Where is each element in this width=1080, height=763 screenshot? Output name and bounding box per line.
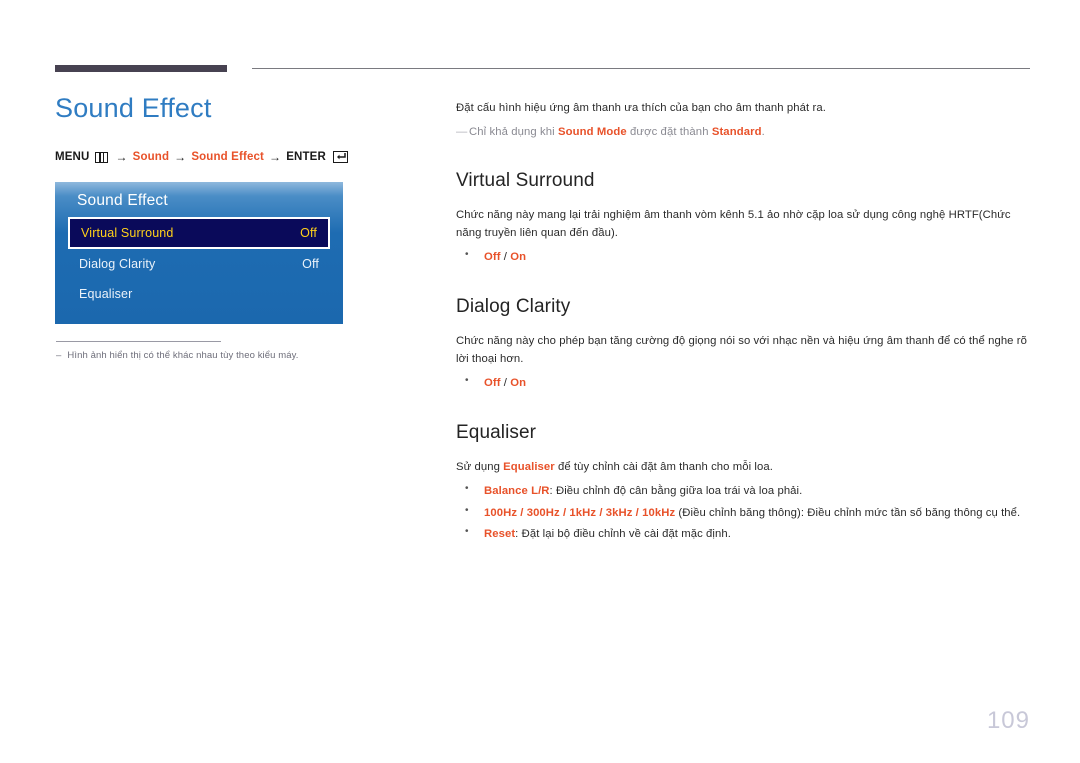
left-column: Sound Effect MENU → Sound → Sound Effect… <box>55 92 415 164</box>
list-item: Off / On <box>456 247 1030 266</box>
section-heading-virtual-surround: Virtual Surround <box>456 170 595 192</box>
section-bullets-virtual-surround: Off / On <box>456 247 1030 266</box>
menu-path-step-sound: Sound <box>132 151 170 164</box>
footnote-divider <box>56 341 221 342</box>
bullet-separator: / <box>500 377 511 390</box>
section-body-dialog-clarity: Chức năng này cho phép bạn tăng cường độ… <box>456 335 1027 365</box>
osd-row-label: Dialog Clarity <box>79 257 156 271</box>
list-item: 100Hz / 300Hz / 1kHz / 3kHz / 10kHz (Điề… <box>456 503 1030 522</box>
bullet-bold-off: Off <box>484 251 501 264</box>
osd-row-equaliser[interactable]: Equaliser <box>68 279 330 309</box>
bullet-bold-reset: Reset <box>484 527 516 540</box>
menu-path-breadcrumb: MENU → Sound → Sound Effect → ENTER <box>55 150 415 164</box>
osd-panel-title: Sound Effect <box>77 192 168 209</box>
osd-row-value: Off <box>300 226 317 240</box>
section-bullets-equaliser: Balance L/R: Điều chỉnh độ cân bằng giữa… <box>456 481 1030 543</box>
note-text-part1: Chỉ khả dụng khi <box>469 125 558 138</box>
bullet-rest: (Điều chỉnh băng thông): Điều chỉnh mức … <box>675 506 1021 519</box>
footnote: – Hình ảnh hiển thị có thể khác nhau tùy… <box>56 350 299 361</box>
list-item: Reset: Đặt lại bộ điều chỉnh về cài đặt … <box>456 524 1030 543</box>
menu-path-arrow-2: → <box>174 150 187 165</box>
menu-path-step-sound-effect: Sound Effect <box>191 151 265 164</box>
note-bold-standard: Standard <box>711 125 762 138</box>
header-rule-thin <box>252 68 1030 69</box>
bullet-rest: : Đặt lại bộ điều chỉnh về cài đặt mặc đ… <box>515 527 731 540</box>
section-bullets-dialog-clarity: Off / On <box>456 373 1030 392</box>
equaliser-body-bold: Equaliser <box>503 460 555 473</box>
page-number: 109 <box>986 707 1030 734</box>
osd-row-label: Virtual Surround <box>81 226 174 240</box>
osd-row-list: Virtual Surround Off Dialog Clarity Off … <box>55 217 343 309</box>
list-item: Off / On <box>456 373 1030 392</box>
right-column: Đặt cấu hình hiệu ứng âm thanh ưa thích … <box>456 100 1030 543</box>
bullet-bold-on: On <box>510 377 527 390</box>
list-item: Balance L/R: Điều chỉnh độ cân bằng giữa… <box>456 481 1030 500</box>
menu-path-menu-label: MENU <box>55 151 90 164</box>
note-text-part3: . <box>761 125 765 138</box>
availability-note: — Chỉ khả dụng khi Sound Mode được đặt th… <box>456 124 1030 141</box>
bullet-separator: / <box>500 251 511 264</box>
menu-grid-icon <box>95 151 109 163</box>
bullet-rest: : Điều chỉnh độ cân bằng giữa loa trái v… <box>549 485 803 498</box>
equaliser-body-part2: để tùy chỉnh cài đặt âm thanh cho mỗi lo… <box>554 460 773 473</box>
section-heading-equaliser: Equaliser <box>456 422 537 444</box>
section-body-virtual-surround: Chức năng này mang lại trải nghiệm âm th… <box>456 209 1011 239</box>
note-text-part2: được đặt thành <box>626 125 712 138</box>
note-bold-sound-mode: Sound Mode <box>558 125 627 138</box>
header-rule-thick <box>55 65 227 72</box>
section-heading-dialog-clarity: Dialog Clarity <box>456 296 571 318</box>
osd-row-virtual-surround[interactable]: Virtual Surround Off <box>68 217 330 249</box>
section-body-equaliser: Sử dụng Equaliser để tùy chỉnh cài đặt â… <box>456 459 1030 477</box>
osd-panel: Sound Effect Virtual Surround Off Dialog… <box>55 182 343 324</box>
osd-row-label: Equaliser <box>79 287 133 301</box>
menu-path-arrow-1: → <box>115 150 128 165</box>
osd-row-value: Off <box>302 257 319 271</box>
menu-path-enter-label: ENTER <box>286 151 326 164</box>
page-title: Sound Effect <box>55 93 212 123</box>
bullet-bold-balance-lr: Balance L/R <box>484 485 550 498</box>
footnote-text: Hình ảnh hiển thị có thể khác nhau tùy t… <box>67 350 299 361</box>
bullet-bold-off: Off <box>484 377 501 390</box>
bullet-bold-frequencies: 100Hz / 300Hz / 1kHz / 3kHz / 10kHz <box>484 506 676 519</box>
equaliser-body-part1: Sử dụng <box>456 460 504 473</box>
footnote-dash: – <box>56 350 62 361</box>
menu-path-arrow-3: → <box>269 150 282 165</box>
osd-row-dialog-clarity[interactable]: Dialog Clarity Off <box>68 249 330 279</box>
enter-return-icon <box>332 151 348 164</box>
bullet-bold-on: On <box>510 251 527 264</box>
note-dash: — <box>456 125 468 138</box>
intro-paragraph: Đặt cấu hình hiệu ứng âm thanh ưa thích … <box>456 102 826 114</box>
